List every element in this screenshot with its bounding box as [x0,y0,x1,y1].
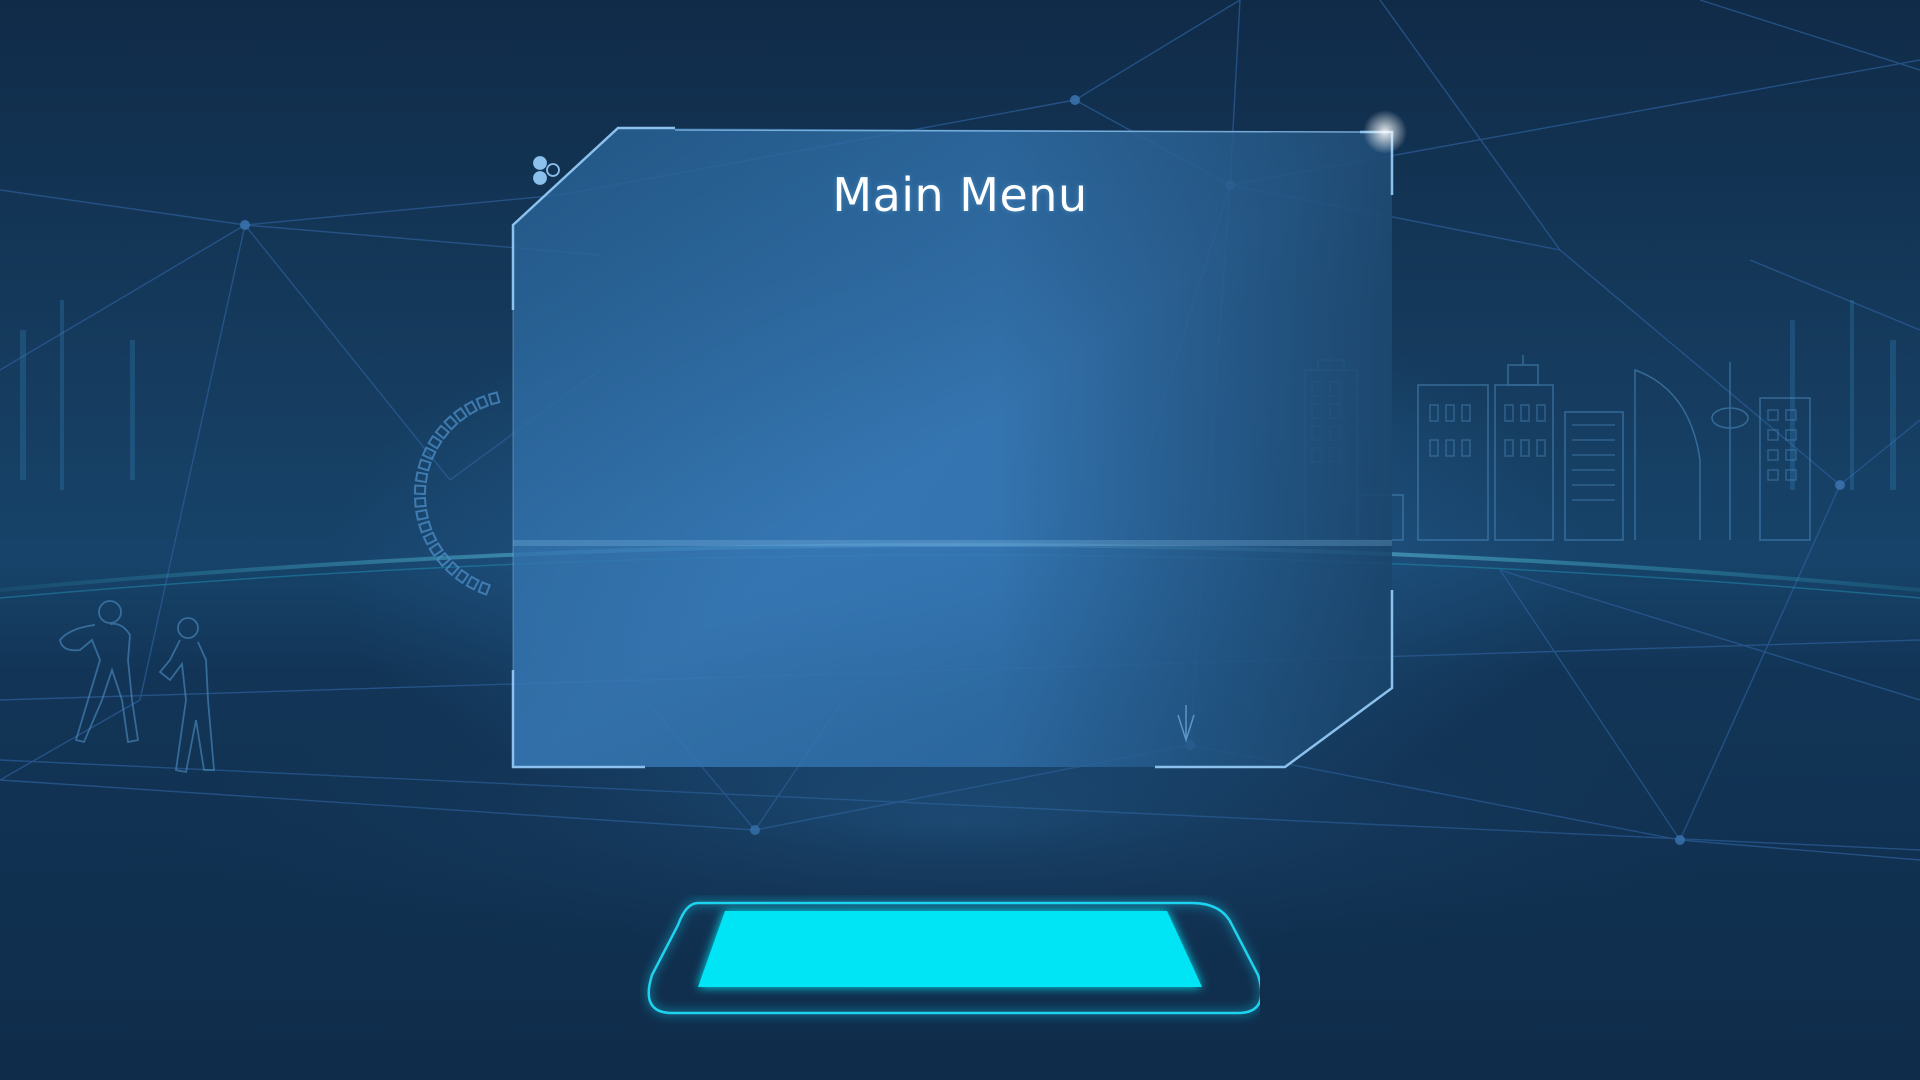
hologram-pad-icon [647,901,1260,1015]
hex-dots-icon [533,156,560,185]
main-menu-screen: Main Menu [0,0,1920,1080]
hologram-pad-button[interactable] [640,895,1260,1025]
page-title: Main Menu [832,168,1088,222]
